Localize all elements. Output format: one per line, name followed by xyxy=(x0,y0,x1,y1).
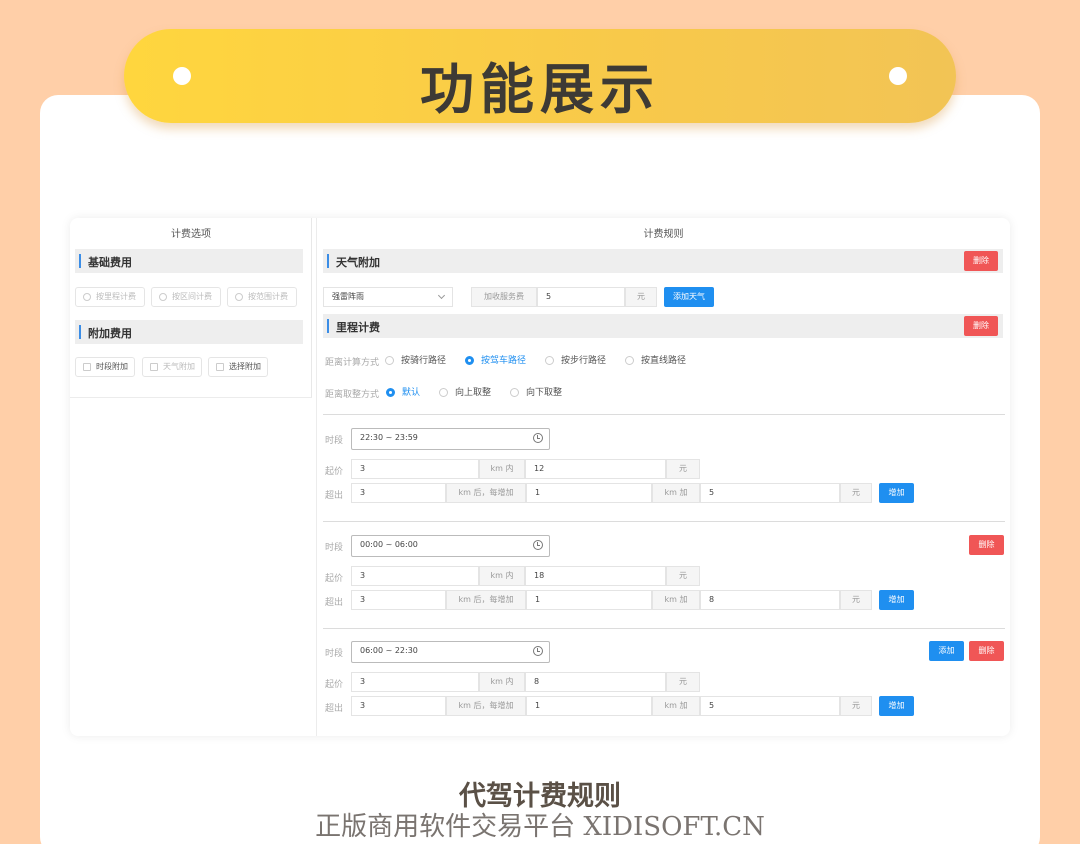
extra-fee-title: 附加费用 xyxy=(88,327,132,340)
km-in-label: km 内 xyxy=(479,566,525,586)
unit-label: 元 xyxy=(666,672,700,692)
start-km-input[interactable]: 3 xyxy=(351,566,479,586)
time-range-picker[interactable]: 00:00 ~ 06:00 xyxy=(351,535,550,557)
time-label: 时段 xyxy=(325,649,344,659)
option-weather-surcharge[interactable]: 天气附加 xyxy=(142,357,202,377)
weather-section: 天气附加 xyxy=(323,249,1003,273)
calc-option-cycling[interactable]: 按骑行路径 xyxy=(385,355,446,367)
calc-method-label: 距离计算方式 xyxy=(325,358,380,368)
km-add-label: km 加 xyxy=(652,483,700,503)
over-km-input[interactable]: 3 xyxy=(351,696,446,716)
km-in-label: km 内 xyxy=(479,672,525,692)
rounding-label: 距离取整方式 xyxy=(325,390,380,400)
period-delete-button[interactable]: 删除 xyxy=(969,641,1004,661)
add-rule-button[interactable]: 增加 xyxy=(879,696,914,716)
time-label: 时段 xyxy=(325,543,344,553)
clock-icon xyxy=(533,540,543,550)
options-header: 计费选项 xyxy=(171,229,211,240)
time-range-picker[interactable]: 06:00 ~ 22:30 xyxy=(351,641,550,663)
divider xyxy=(323,628,1005,629)
over-label: 超出 xyxy=(325,598,344,608)
add-period-button[interactable]: 添加 xyxy=(929,641,964,661)
over-label: 超出 xyxy=(325,491,344,501)
fee-label: 加收服务费 xyxy=(471,287,537,307)
mileage-delete-button[interactable]: 删除 xyxy=(964,316,998,336)
km-after-label: km 后，每增加 xyxy=(446,696,526,716)
option-by-mileage[interactable]: 按里程计费 xyxy=(75,287,145,307)
start-km-input[interactable]: 3 xyxy=(351,459,479,479)
km-add-label: km 加 xyxy=(652,696,700,716)
step-km-input[interactable]: 1 xyxy=(526,590,652,610)
fee-unit: 元 xyxy=(625,287,657,307)
unit-label: 元 xyxy=(840,696,872,716)
km-add-label: km 加 xyxy=(652,590,700,610)
unit-label: 元 xyxy=(840,483,872,503)
option-by-range[interactable]: 按范围计费 xyxy=(227,287,297,307)
mileage-section: 里程计费 xyxy=(323,314,1003,338)
over-km-input[interactable]: 3 xyxy=(351,483,446,503)
calc-option-straight[interactable]: 按直线路径 xyxy=(625,355,686,367)
rules-header: 计费规则 xyxy=(643,229,684,240)
option-time-surcharge[interactable]: 时段附加 xyxy=(75,357,135,377)
checkbox-icon xyxy=(83,363,91,371)
divider xyxy=(323,521,1005,522)
radio-icon xyxy=(235,293,243,301)
start-price-input[interactable]: 8 xyxy=(525,672,666,692)
option-by-interval[interactable]: 按区间计费 xyxy=(151,287,221,307)
step-km-input[interactable]: 1 xyxy=(526,483,652,503)
add-rule-button[interactable]: 增加 xyxy=(879,483,914,503)
over-label: 超出 xyxy=(325,704,344,714)
km-after-label: km 后，每增加 xyxy=(446,590,526,610)
extra-fee-section: 附加费用 xyxy=(75,320,303,344)
weather-title: 天气附加 xyxy=(336,256,380,269)
start-price-input[interactable]: 12 xyxy=(525,459,666,479)
start-label: 起价 xyxy=(325,467,344,477)
round-option-up[interactable]: 向上取整 xyxy=(439,387,491,399)
start-km-input[interactable]: 3 xyxy=(351,672,479,692)
chevron-down-icon xyxy=(437,291,446,300)
mileage-title: 里程计费 xyxy=(336,321,380,334)
step-price-input[interactable]: 8 xyxy=(700,590,840,610)
banner-title: 功能展示 xyxy=(420,58,660,121)
watermark-text: 正版商用软件交易平台 XIDISOFT.CN xyxy=(315,812,765,842)
period-delete-button[interactable]: 删除 xyxy=(969,535,1004,555)
round-option-down[interactable]: 向下取整 xyxy=(510,387,562,399)
radio-icon xyxy=(159,293,167,301)
divider xyxy=(323,414,1005,415)
unit-label: 元 xyxy=(666,459,700,479)
km-after-label: km 后，每增加 xyxy=(446,483,526,503)
unit-label: 元 xyxy=(666,566,700,586)
billing-options-column: 计费选项 基础费用 按里程计费 按区间计费 按范围计费 附加费用 时段附加 天气… xyxy=(70,218,312,398)
start-label: 起价 xyxy=(325,574,344,584)
start-label: 起价 xyxy=(325,680,344,690)
radio-icon xyxy=(83,293,91,301)
round-option-default[interactable]: 默认 xyxy=(386,387,420,399)
option-custom-surcharge[interactable]: 选择附加 xyxy=(208,357,268,377)
base-fee-section: 基础费用 xyxy=(75,249,303,273)
unit-label: 元 xyxy=(840,590,872,610)
clock-icon xyxy=(533,433,543,443)
time-label: 时段 xyxy=(325,436,344,446)
time-range-picker[interactable]: 22:30 ~ 23:59 xyxy=(351,428,550,450)
checkbox-icon xyxy=(150,363,158,371)
weather-select[interactable]: 强雷阵雨 xyxy=(323,287,453,307)
weather-delete-button[interactable]: 删除 xyxy=(964,251,998,271)
step-price-input[interactable]: 5 xyxy=(700,483,840,503)
billing-panel: 计费选项 基础费用 按里程计费 按区间计费 按范围计费 附加费用 时段附加 天气… xyxy=(70,218,1010,736)
title-banner: 功能展示 xyxy=(124,29,956,123)
start-price-input[interactable]: 18 xyxy=(525,566,666,586)
step-km-input[interactable]: 1 xyxy=(526,696,652,716)
checkbox-icon xyxy=(216,363,224,371)
column-divider xyxy=(316,218,317,736)
calc-option-driving[interactable]: 按驾车路径 xyxy=(465,355,526,367)
km-in-label: km 内 xyxy=(479,459,525,479)
add-weather-button[interactable]: 添加天气 xyxy=(664,287,714,307)
add-rule-button[interactable]: 增加 xyxy=(879,590,914,610)
base-fee-title: 基础费用 xyxy=(88,256,132,269)
fee-input[interactable]: 5 xyxy=(537,287,625,307)
clock-icon xyxy=(533,646,543,656)
step-price-input[interactable]: 5 xyxy=(700,696,840,716)
over-km-input[interactable]: 3 xyxy=(351,590,446,610)
calc-option-walking[interactable]: 按步行路径 xyxy=(545,355,606,367)
